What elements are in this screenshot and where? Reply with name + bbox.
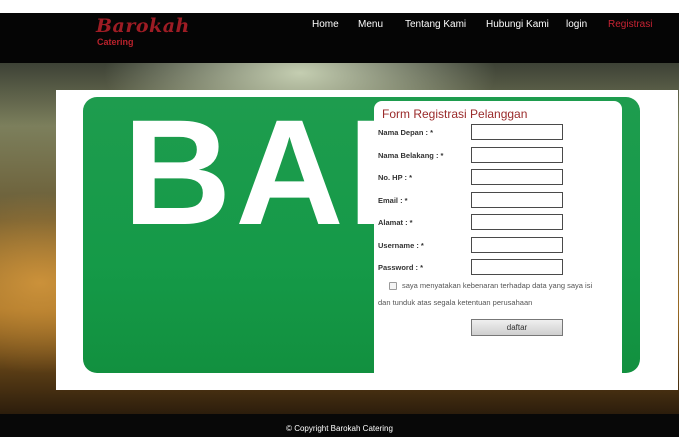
agree-text-line2: dan tunduk atas segala ketentuan perusah…	[378, 298, 533, 307]
label-alamat: Alamat : *	[378, 218, 413, 227]
logo-tagline: Catering	[97, 37, 134, 47]
site-header: Barokah Catering Home Menu Tentang Kami …	[0, 13, 679, 63]
label-username: Username : *	[378, 241, 424, 250]
email-input[interactable]	[471, 192, 563, 208]
logo-name: Barokah	[96, 15, 190, 37]
label-no-hp: No. HP : *	[378, 173, 413, 182]
copyright-text: © Copyright Barokah Catering	[286, 424, 393, 433]
daftar-button[interactable]: daftar	[471, 319, 563, 336]
nav-home[interactable]: Home	[312, 19, 339, 31]
nav-registrasi[interactable]: Registrasi	[608, 19, 652, 31]
logo[interactable]: Barokah Catering	[96, 15, 190, 48]
form-title: Form Registrasi Pelanggan	[382, 107, 528, 121]
no-hp-input[interactable]	[471, 169, 563, 185]
nav-tentang-kami[interactable]: Tentang Kami	[405, 19, 466, 31]
username-input[interactable]	[471, 237, 563, 253]
label-password: Password : *	[378, 263, 424, 272]
registration-form: Form Registrasi Pelanggan Nama Depan : *…	[374, 101, 622, 377]
label-nama-depan: Nama Depan : *	[378, 128, 434, 137]
site-footer: © Copyright Barokah Catering	[0, 414, 679, 437]
top-strip	[0, 0, 679, 13]
agree-text-line1: saya menyatakan kebenaran terhadap data …	[402, 281, 593, 290]
nama-belakang-input[interactable]	[471, 147, 563, 163]
nav-menu[interactable]: Menu	[358, 19, 383, 31]
label-email: Email : *	[378, 196, 408, 205]
agree-checkbox[interactable]	[389, 282, 397, 290]
alamat-input[interactable]	[471, 214, 563, 230]
password-input[interactable]	[471, 259, 563, 275]
label-nama-belakang: Nama Belakang : *	[378, 151, 444, 160]
nav-hubungi-kami[interactable]: Hubungi Kami	[486, 19, 549, 31]
nama-depan-input[interactable]	[471, 124, 563, 140]
nav-login[interactable]: login	[566, 19, 587, 31]
